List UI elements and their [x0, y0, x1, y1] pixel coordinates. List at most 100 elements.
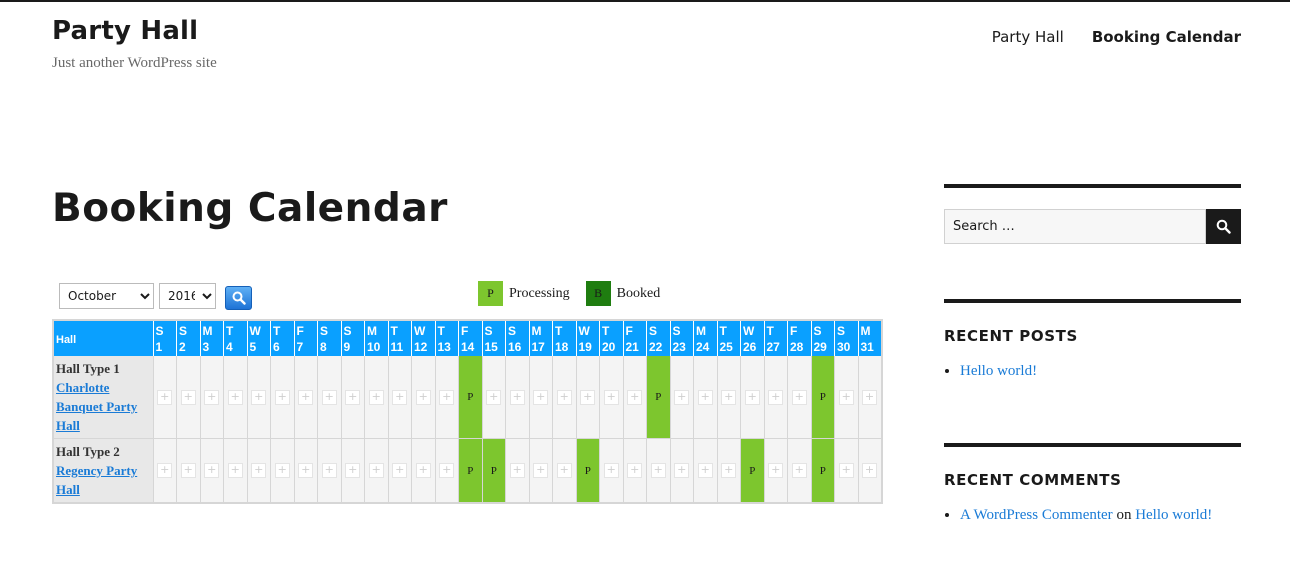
- slot-available[interactable]: +: [176, 438, 201, 504]
- hall-name-link[interactable]: Regency Party Hall: [56, 463, 137, 497]
- slot-available[interactable]: +: [505, 438, 530, 504]
- day-number: 17: [531, 340, 545, 354]
- slot-available[interactable]: +: [411, 438, 436, 504]
- add-booking-icon: +: [392, 389, 408, 405]
- slot-available[interactable]: +: [670, 438, 694, 504]
- slot-available[interactable]: +: [717, 438, 741, 504]
- slot-available[interactable]: +: [787, 356, 812, 439]
- slot-processing[interactable]: P: [811, 356, 835, 439]
- slot-available[interactable]: +: [176, 356, 201, 439]
- slot-available[interactable]: +: [270, 438, 295, 504]
- add-booking-icon: +: [180, 389, 196, 405]
- slot-available[interactable]: +: [435, 356, 459, 439]
- slot-available[interactable]: +: [247, 356, 271, 439]
- slot-available[interactable]: +: [599, 356, 624, 439]
- site-title[interactable]: Party Hall: [52, 16, 198, 46]
- slot-processing[interactable]: P: [482, 438, 506, 504]
- slot-available[interactable]: +: [223, 356, 248, 439]
- search-submit-button[interactable]: [1206, 209, 1241, 244]
- slot-available[interactable]: +: [247, 438, 271, 504]
- slot-available[interactable]: +: [529, 356, 553, 439]
- add-booking-icon: +: [791, 389, 807, 405]
- weekday-label: F: [790, 324, 798, 338]
- comment-post-link[interactable]: Hello world!: [1135, 507, 1212, 523]
- slot-available[interactable]: +: [317, 438, 342, 504]
- slot-processing[interactable]: P: [458, 438, 483, 504]
- slot-available[interactable]: +: [858, 356, 882, 439]
- hall-name-link[interactable]: Charlotte Banquet Party Hall: [56, 380, 137, 433]
- slot-processing[interactable]: P: [458, 356, 483, 439]
- slot-available[interactable]: +: [834, 356, 859, 439]
- slot-available[interactable]: +: [341, 356, 365, 439]
- slot-available[interactable]: +: [787, 438, 812, 504]
- weekday-label: T: [390, 324, 398, 338]
- slot-processing[interactable]: P: [576, 438, 600, 504]
- slot-available[interactable]: +: [482, 356, 506, 439]
- slot-available[interactable]: +: [576, 356, 600, 439]
- slot-available[interactable]: +: [858, 438, 882, 504]
- weekday-label: T: [602, 324, 610, 338]
- add-booking-icon: +: [439, 463, 455, 478]
- day-column-header: S8: [317, 320, 342, 356]
- day-column-header: S 22: [646, 320, 671, 356]
- slot-available[interactable]: +: [200, 356, 224, 439]
- slot-available[interactable]: +: [388, 438, 412, 504]
- slot-available[interactable]: +: [693, 438, 718, 504]
- day-column-header: W 19: [576, 320, 600, 356]
- slot-available[interactable]: +: [153, 438, 177, 504]
- slot-available[interactable]: +: [294, 438, 318, 504]
- comment-author-link[interactable]: A WordPress Commenter: [960, 507, 1113, 523]
- slot-available[interactable]: +: [270, 356, 295, 439]
- slot-available[interactable]: +: [153, 356, 177, 439]
- hall-row: Hall Type 2 Regency Party Hall + + + + + + + + +…: [53, 438, 882, 504]
- slot-available[interactable]: +: [411, 356, 436, 439]
- slot-available[interactable]: +: [764, 356, 788, 439]
- slot-available[interactable]: +: [294, 356, 318, 439]
- slot-available[interactable]: +: [552, 438, 577, 504]
- slot-available[interactable]: +: [670, 356, 694, 439]
- slot-available[interactable]: +: [435, 438, 459, 504]
- nav-item-booking-calendar[interactable]: Booking Calendar: [1092, 28, 1241, 46]
- slot-available[interactable]: +: [623, 356, 647, 439]
- slot-available[interactable]: +: [717, 356, 741, 439]
- hall-cell: Hall Type 2 Regency Party Hall: [53, 438, 154, 504]
- day-column-header: S1: [153, 320, 177, 356]
- search-input[interactable]: [944, 209, 1206, 244]
- slot-processing[interactable]: P: [811, 438, 835, 504]
- slot-available[interactable]: +: [623, 438, 647, 504]
- slot-available[interactable]: +: [505, 356, 530, 439]
- year-select[interactable]: 2016: [159, 283, 216, 309]
- day-column-header: T 18: [552, 320, 577, 356]
- slot-available[interactable]: +: [317, 356, 342, 439]
- day-column-header: T 11: [388, 320, 412, 356]
- slot-available[interactable]: +: [599, 438, 624, 504]
- calendar-search-button[interactable]: [225, 286, 252, 310]
- slot-available[interactable]: +: [364, 438, 389, 504]
- month-select[interactable]: October: [59, 283, 154, 309]
- day-column-header: S9: [341, 320, 365, 356]
- slot-available[interactable]: +: [764, 438, 788, 504]
- slot-processing[interactable]: P: [646, 356, 671, 439]
- day-number: 23: [672, 340, 686, 354]
- slot-available[interactable]: +: [646, 438, 671, 504]
- add-booking-icon: +: [251, 389, 267, 405]
- slot-available[interactable]: +: [223, 438, 248, 504]
- slot-available[interactable]: +: [341, 438, 365, 504]
- slot-processing[interactable]: P: [740, 438, 765, 504]
- slot-available[interactable]: +: [200, 438, 224, 504]
- main-navigation: Party Hall Booking Calendar: [992, 28, 1241, 46]
- slot-available[interactable]: +: [693, 356, 718, 439]
- day-number: 8: [320, 340, 327, 354]
- slot-available[interactable]: +: [834, 438, 859, 504]
- day-number: 1: [155, 340, 163, 354]
- slot-available[interactable]: +: [529, 438, 553, 504]
- slot-available[interactable]: +: [388, 356, 412, 439]
- nav-item-party-hall[interactable]: Party Hall: [992, 28, 1064, 46]
- recent-posts-list: Hello world!: [944, 363, 1241, 380]
- booking-calendar-table: Hall S 1 S 2 M 3 T 4 W 5 T 6 F 7 S 8 S 9 M 10 T 11 W 12 T 13 F 14 S 1…: [52, 319, 883, 504]
- add-booking-icon: +: [180, 463, 196, 478]
- slot-available[interactable]: +: [740, 356, 765, 439]
- post-link[interactable]: Hello world!: [960, 363, 1037, 379]
- slot-available[interactable]: +: [552, 356, 577, 439]
- slot-available[interactable]: +: [364, 356, 389, 439]
